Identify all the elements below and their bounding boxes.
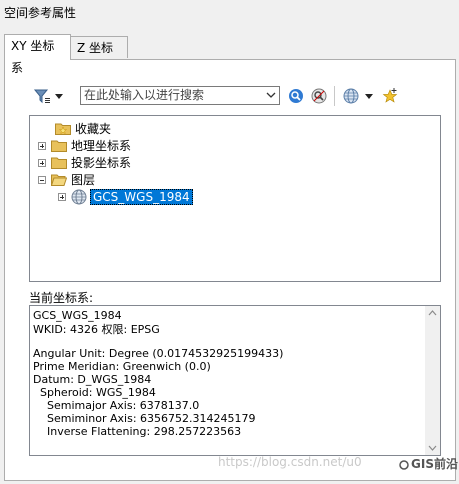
tree-item-label: 地理坐标系 bbox=[71, 139, 132, 153]
detail-line: Angular Unit: Degree (0.0174532925199433… bbox=[33, 347, 284, 360]
search-icon bbox=[289, 89, 303, 103]
clear-search-icon bbox=[311, 88, 327, 104]
add-favorite-button[interactable] bbox=[380, 86, 400, 106]
detail-line: WKID: 4326 权限: EPSG bbox=[33, 323, 160, 336]
detail-line: Inverse Flattening: 298.257223563 bbox=[33, 425, 242, 438]
chevron-down-icon bbox=[55, 93, 63, 99]
tab-z-coordinate-system[interactable]: Z 坐标系 bbox=[70, 36, 128, 77]
folder-icon bbox=[51, 157, 67, 169]
tree-item-label: 图层 bbox=[71, 173, 96, 187]
detail-line: Prime Meridian: Greenwich (0.0) bbox=[33, 360, 211, 373]
search-placeholder: 在此处输入以进行搜索 bbox=[84, 88, 205, 102]
tree-item-label: 收藏夹 bbox=[75, 122, 112, 136]
scroll-up-icon[interactable] bbox=[428, 310, 437, 316]
globe-dropdown-button[interactable] bbox=[364, 90, 374, 102]
tree-item-gcs-wgs-1984[interactable]: GCS_WGS_1984 bbox=[58, 188, 193, 205]
tab-xy-coordinate-system[interactable]: XY 坐标系 bbox=[4, 34, 71, 75]
tree-item-favorites[interactable]: 收藏夹 bbox=[55, 120, 111, 137]
brand-logo-icon bbox=[399, 459, 409, 470]
globe-icon bbox=[71, 189, 87, 204]
tree-item-geographic[interactable]: 地理坐标系 bbox=[38, 137, 131, 154]
tree-item-label: GCS_WGS_1984 bbox=[90, 188, 193, 205]
filter-button[interactable] bbox=[32, 86, 52, 106]
detail-line: Datum: D_WGS_1984 bbox=[33, 373, 152, 386]
add-coordinate-system-button[interactable] bbox=[342, 87, 360, 105]
detail-line: Spheroid: WGS_1984 bbox=[33, 386, 156, 399]
globe-icon bbox=[343, 88, 359, 104]
chevron-down-icon bbox=[365, 93, 373, 99]
current-coordinate-system-label: 当前坐标系: bbox=[29, 291, 94, 305]
detail-line: Semiminor Axis: 6356752.314245179 bbox=[33, 412, 256, 425]
search-input[interactable]: 在此处输入以进行搜索 bbox=[80, 86, 280, 105]
collapse-icon[interactable] bbox=[38, 175, 46, 184]
filter-icon bbox=[33, 89, 50, 104]
window-title: 空间参考属性 bbox=[4, 6, 77, 20]
open-folder-icon bbox=[51, 174, 67, 186]
tree-item-projected[interactable]: 投影坐标系 bbox=[38, 154, 131, 171]
scroll-down-icon[interactable] bbox=[428, 445, 437, 451]
coordinate-system-tree[interactable]: 收藏夹 地理坐标系 投影坐标系 图层 GCS_WGS_1984 bbox=[29, 115, 441, 282]
clear-search-button[interactable] bbox=[310, 87, 328, 105]
watermark-url: https://blog.csdn.net/u0 bbox=[218, 455, 362, 469]
favorites-folder-icon bbox=[55, 123, 71, 135]
expand-icon[interactable] bbox=[38, 141, 46, 150]
chevron-down-icon[interactable] bbox=[265, 89, 277, 101]
expand-icon[interactable] bbox=[58, 192, 66, 201]
details-scrollbar[interactable] bbox=[425, 306, 440, 455]
watermark-brand: GIS前沿 bbox=[399, 455, 458, 472]
folder-icon bbox=[51, 140, 67, 152]
expand-icon[interactable] bbox=[38, 158, 46, 167]
toolbar-separator bbox=[334, 86, 335, 106]
watermark-brand-text: GIS前沿 bbox=[411, 457, 458, 471]
tree-item-label: 投影坐标系 bbox=[71, 156, 132, 170]
tree-item-layers[interactable]: 图层 bbox=[38, 171, 95, 188]
current-coordinate-system-details[interactable]: GCS_WGS_1984 WKID: 4326 权限: EPSG Angular… bbox=[29, 305, 441, 456]
filter-dropdown-button[interactable] bbox=[54, 90, 64, 102]
search-button[interactable] bbox=[287, 87, 305, 105]
detail-line: Semimajor Axis: 6378137.0 bbox=[33, 399, 200, 412]
star-add-icon bbox=[382, 88, 398, 103]
